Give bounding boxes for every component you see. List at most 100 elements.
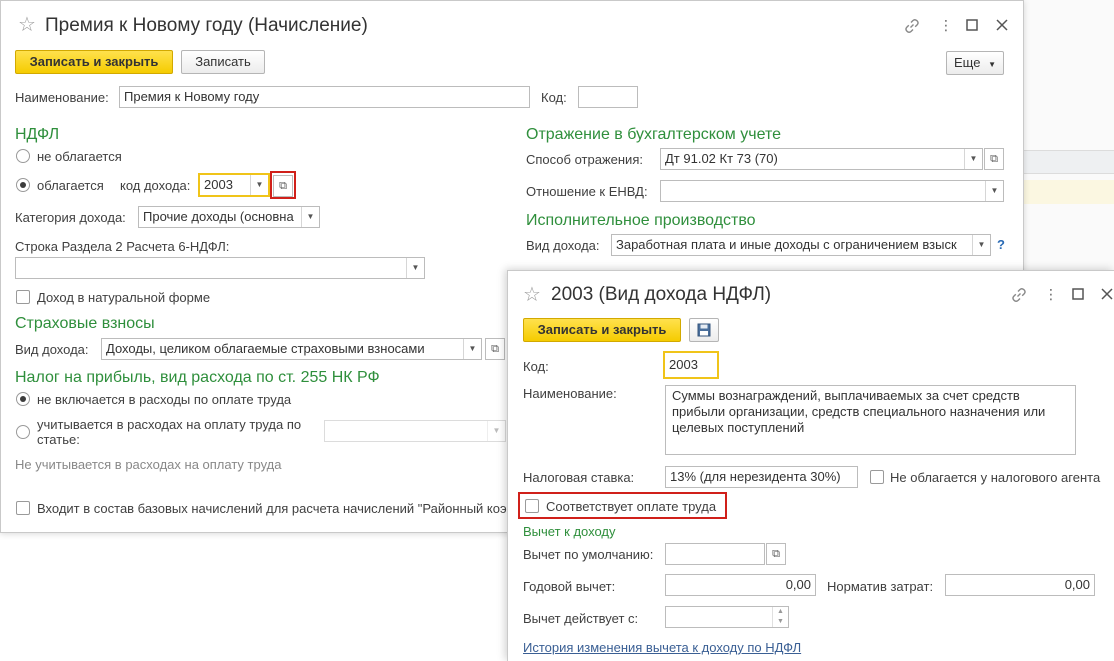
income-category-select[interactable]: Прочие доходы (основна ▼ — [138, 206, 320, 228]
default-deduction-label: Вычет по умолчанию: — [523, 547, 654, 562]
enforcement-income-type-select[interactable]: Заработная плата и иные доходы с огранич… — [611, 234, 991, 256]
valid-from-label: Вычет действует с: — [523, 611, 639, 626]
profit-included-label-line2: статье: — [37, 432, 80, 447]
code-input[interactable] — [578, 86, 638, 108]
save-and-close-button[interactable]: Записать и закрыть — [15, 50, 173, 74]
chevron-down-icon[interactable]: ▼ — [301, 207, 319, 227]
profit-tax-header: Налог на прибыль, вид расхода по ст. 255… — [15, 369, 380, 386]
insurance-income-type-value: Доходы, целиком облагаемые страховыми вз… — [106, 341, 425, 356]
chevron-down-icon[interactable]: ▼ — [985, 181, 1003, 201]
insurance-header: Страховые взносы — [15, 315, 155, 332]
chevron-down-icon[interactable]: ▼ — [964, 149, 982, 169]
close-icon[interactable] — [1101, 288, 1113, 300]
code-label: Код: — [523, 359, 549, 374]
district-coef-checkbox[interactable] — [16, 501, 30, 515]
accounting-header: Отражение в бухгалтерском учете — [526, 126, 781, 143]
natural-form-label: Доход в натуральной форме — [37, 290, 211, 305]
chevron-down-icon[interactable]: ▼ — [250, 175, 268, 195]
valid-from-input[interactable]: ▲ ▼ — [665, 606, 789, 628]
help-icon[interactable]: ? — [997, 237, 1005, 252]
save-and-close-button[interactable]: Записать и закрыть — [523, 318, 681, 342]
cost-norm-input[interactable]: 0,00 — [945, 574, 1095, 596]
article-select[interactable]: ▼ — [324, 420, 506, 442]
close-icon[interactable] — [996, 19, 1008, 31]
deduction-history-link[interactable]: История изменения вычета к доходу по НДФ… — [523, 640, 801, 655]
profit-tax-note: Не учитывается в расходах на оплату труд… — [15, 457, 282, 472]
cost-norm-label: Норматив затрат: — [827, 579, 934, 594]
background-row-selected — [1024, 180, 1114, 204]
tax-rate-field[interactable]: 13% (для нерезидента 30%) — [665, 466, 858, 488]
more-menu-icon[interactable]: ⋮ — [1043, 286, 1059, 302]
accounting-method-label: Способ отражения: — [526, 152, 643, 167]
envd-select[interactable]: ▼ — [660, 180, 1004, 202]
chevron-down-icon: ▼ — [988, 60, 996, 69]
name-input[interactable]: Премия к Новому году — [119, 86, 530, 108]
accounting-method-value: Дт 91.02 Кт 73 (70) — [665, 151, 778, 166]
line-6ndfl-label: Строка Раздела 2 Расчета 6-НДФЛ: — [15, 239, 230, 254]
income-code-value: 2003 — [204, 177, 233, 192]
name-label: Наименование: — [523, 386, 617, 401]
profit-included-radio[interactable] — [16, 425, 30, 439]
code-label: Код: — [541, 90, 567, 105]
open-default-deduction-icon[interactable]: ⧉ — [766, 543, 786, 565]
chevron-down-icon[interactable]: ▼ — [972, 235, 990, 255]
favorite-star-icon[interactable]: ☆ — [523, 285, 541, 305]
profit-included-label-line1: учитывается в расходах на оплату труда п… — [37, 417, 302, 432]
ndfl-header: НДФЛ — [15, 126, 60, 143]
district-coef-label: Входит в состав базовых начислений для р… — [37, 501, 507, 516]
natural-form-checkbox[interactable] — [16, 290, 30, 304]
chevron-down-icon[interactable]: ▼ — [406, 258, 424, 278]
name-textarea[interactable]: Суммы вознаграждений, выплачиваемых за с… — [665, 385, 1076, 455]
link-icon[interactable] — [1011, 287, 1027, 303]
ndfl-not-taxed-label: не облагается — [37, 149, 122, 164]
income-code-label: код дохода: — [120, 178, 191, 193]
income-code-select[interactable]: 2003 ▼ — [198, 173, 270, 197]
more-menu-icon[interactable]: ⋮ — [938, 17, 954, 33]
ndfl-taxed-radio[interactable] — [16, 178, 30, 192]
ndfl-not-taxed-radio[interactable] — [16, 149, 30, 163]
line-6ndfl-select[interactable]: ▼ — [15, 257, 425, 279]
more-button[interactable]: Еще ▼ — [946, 51, 1004, 75]
envd-label: Отношение к ЕНВД: — [526, 184, 648, 199]
chevron-down-icon[interactable]: ▼ — [463, 339, 481, 359]
maximize-icon[interactable] — [966, 19, 978, 31]
income-category-label: Категория дохода: — [15, 210, 126, 225]
enforcement-income-type-value: Заработная плата и иные доходы с огранич… — [616, 237, 957, 252]
open-accounting-method-icon[interactable]: ⧉ — [984, 148, 1004, 170]
insurance-income-type-label: Вид дохода: — [15, 342, 89, 357]
name-label: Наименование: — [15, 90, 109, 105]
profit-not-included-label: не включается в расходы по оплате труда — [37, 392, 292, 407]
save-button[interactable]: Записать — [181, 50, 265, 74]
favorite-star-icon[interactable]: ☆ — [18, 15, 36, 35]
enforcement-header: Исполнительное производство — [526, 212, 756, 229]
window-title: Премия к Новому году (Начисление) — [45, 15, 368, 36]
more-button-label: Еще — [954, 55, 981, 70]
window-title: 2003 (Вид дохода НДФЛ) — [551, 284, 772, 305]
deduction-header: Вычет к доходу — [523, 524, 616, 539]
insurance-income-type-select[interactable]: Доходы, целиком облагаемые страховыми вз… — [101, 338, 482, 360]
code-input[interactable]: 2003 — [663, 351, 719, 379]
background-row — [1024, 150, 1114, 174]
accounting-method-select[interactable]: Дт 91.02 Кт 73 (70) ▼ — [660, 148, 983, 170]
save-disk-icon — [697, 323, 711, 337]
save-button[interactable] — [689, 318, 719, 342]
maximize-icon[interactable] — [1072, 288, 1084, 300]
income-type-window: ☆ 2003 (Вид дохода НДФЛ) ⋮ Записать и за… — [507, 270, 1114, 661]
profit-not-included-radio[interactable] — [16, 392, 30, 406]
not-taxed-agent-label: Не облагается у налогового агента — [890, 470, 1101, 485]
open-insurance-income-type-icon[interactable]: ⧉ — [485, 338, 505, 360]
date-stepper[interactable]: ▲ ▼ — [772, 607, 788, 627]
chevron-down-icon[interactable]: ▼ — [487, 421, 505, 441]
not-taxed-agent-checkbox[interactable] — [870, 470, 884, 484]
enforcement-income-type-label: Вид дохода: — [526, 238, 600, 253]
highlight-frame — [270, 171, 296, 199]
background-panel — [1024, 0, 1114, 284]
ndfl-taxed-label: облагается — [37, 178, 104, 193]
annual-deduction-label: Годовой вычет: — [523, 579, 616, 594]
tax-rate-label: Налоговая ставка: — [523, 470, 635, 485]
income-category-value: Прочие доходы (основна — [143, 209, 294, 224]
link-icon[interactable] — [904, 18, 920, 34]
default-deduction-input[interactable] — [665, 543, 765, 565]
annual-deduction-input[interactable]: 0,00 — [665, 574, 816, 596]
highlight-frame — [518, 492, 727, 519]
